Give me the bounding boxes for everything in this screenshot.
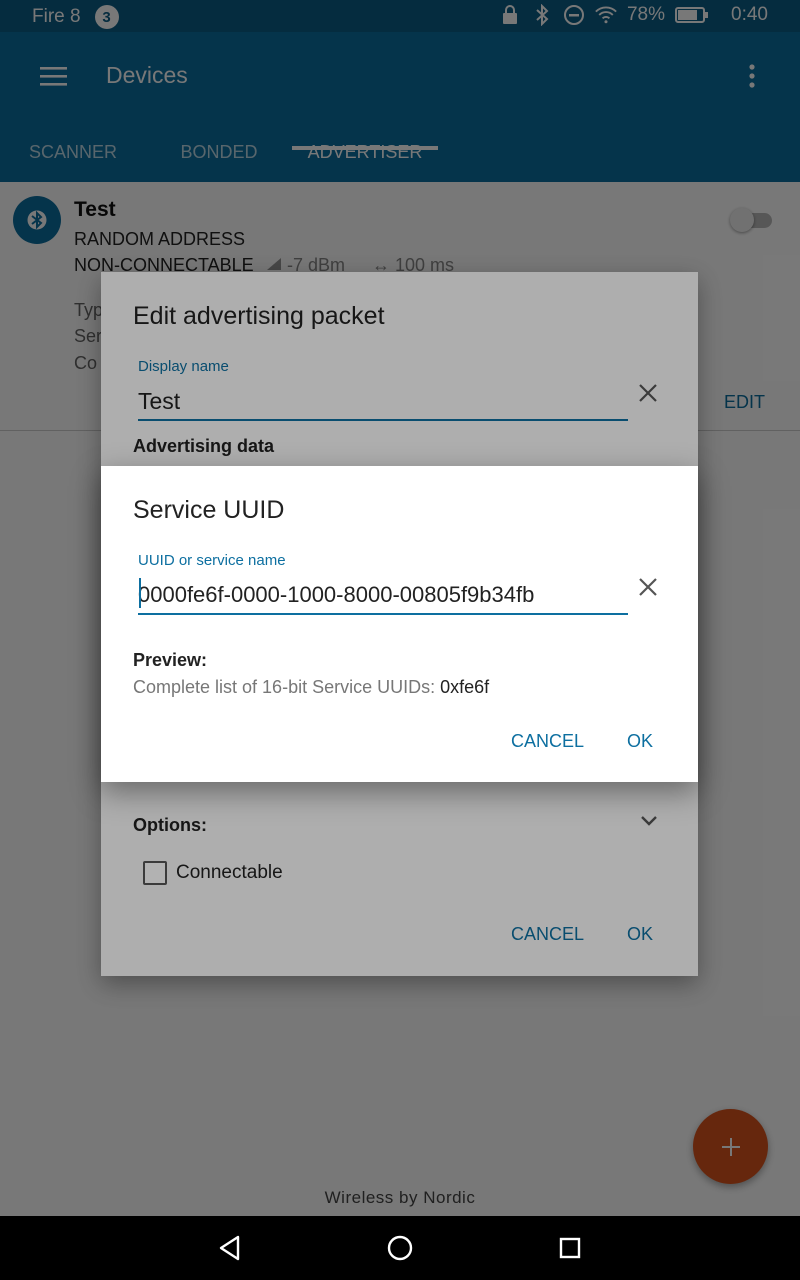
uuid-input-label: UUID or service name — [138, 552, 286, 569]
uuid-input-underline — [138, 613, 628, 615]
nav-back-button[interactable] — [212, 1230, 248, 1266]
back-triangle-icon — [219, 1235, 240, 1261]
preview-heading: Preview: — [133, 650, 208, 670]
preview-value: 0xfe6f — [440, 677, 490, 697]
preview-text: Complete list of 16-bit Service UUIDs: 0… — [133, 677, 489, 698]
close-icon — [639, 578, 657, 596]
home-circle-icon — [387, 1235, 413, 1261]
nav-recents-button[interactable] — [552, 1230, 588, 1266]
cancel-button[interactable]: CANCEL — [511, 731, 584, 752]
preview-description: Complete list of 16-bit Service UUIDs: — [133, 677, 436, 697]
system-nav-bar — [0, 1216, 800, 1280]
text-cursor — [139, 578, 141, 608]
ok-button[interactable]: OK — [627, 731, 653, 752]
recents-square-icon — [559, 1237, 581, 1259]
nav-home-button[interactable] — [382, 1230, 418, 1266]
dialog-title: Service UUID — [133, 496, 285, 524]
clear-uuid-button[interactable] — [637, 576, 663, 602]
uuid-input[interactable]: 0000fe6f-0000-1000-8000-00805f9b34fb — [138, 582, 534, 608]
service-uuid-dialog: Service UUID UUID or service name 0000fe… — [101, 466, 698, 782]
